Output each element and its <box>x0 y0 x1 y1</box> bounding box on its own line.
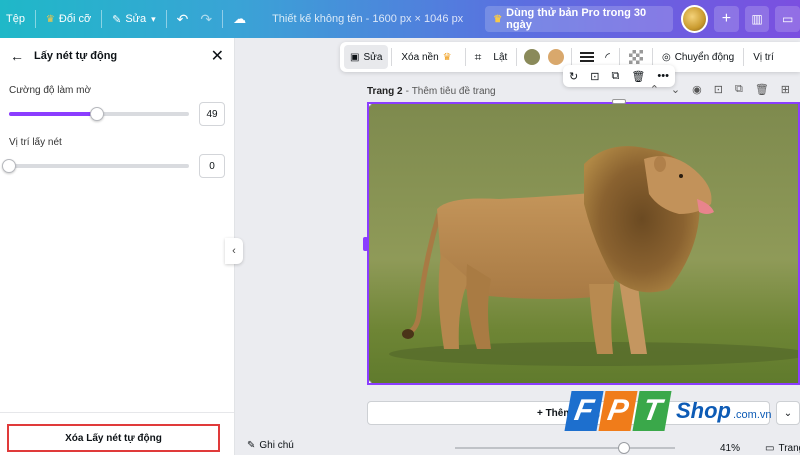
resize-handle[interactable] <box>369 380 372 383</box>
zoom-slider-thumb[interactable] <box>618 442 630 454</box>
focus-position-label: Vị trí lấy nét <box>9 137 62 148</box>
top-bar: Tệp ♛ Đổi cỡ ✎ Sửa ▾ ↶ ↷ ☁ Thiết kế không t… <box>0 0 800 38</box>
rotate-icon[interactable]: ↻ <box>569 70 578 83</box>
collapse-panel-button[interactable]: ‹ <box>225 238 243 264</box>
edit-image-button[interactable]: ▣ Sửa <box>344 45 389 69</box>
divider <box>222 10 224 28</box>
animate-icon: ◎ <box>661 51 671 63</box>
bottom-bar: ✎ Ghi chú <box>235 436 800 455</box>
divider <box>464 48 466 66</box>
canvas-image[interactable] <box>367 102 800 385</box>
avatar[interactable] <box>681 5 709 33</box>
zoom-slider[interactable] <box>455 447 675 449</box>
cloud-icon[interactable]: ☁ <box>227 0 252 38</box>
duplicate-icon[interactable]: ⧉ <box>735 83 743 96</box>
pro-trial-button[interactable]: ♛ Dùng thử bản Pro trong 30 ngày <box>485 6 674 32</box>
focus-position-value[interactable]: 0 <box>199 154 225 178</box>
clear-autofocus-button[interactable]: Xóa Lấy nét tự động <box>7 424 220 452</box>
chevron-down-icon[interactable]: ⌄ <box>671 83 680 96</box>
blur-intensity-label: Cường độ làm mờ <box>9 85 92 96</box>
remove-background-button[interactable]: Xóa nền ♛ <box>395 45 461 69</box>
comment-icon[interactable]: ▭ <box>775 6 800 32</box>
redo-button[interactable]: ↷ <box>194 0 218 38</box>
panel-header: ← Lấy nét tự động ✕ <box>0 38 234 74</box>
color-swatch-1[interactable] <box>524 49 541 65</box>
slider-thumb[interactable] <box>90 107 105 121</box>
top-resize-handle[interactable] <box>612 99 626 104</box>
more-icon[interactable]: ••• <box>657 70 669 82</box>
plus-icon[interactable]: + <box>714 6 739 32</box>
resize-button[interactable]: ♛ Đổi cỡ <box>40 0 97 38</box>
add-page-icon[interactable]: ⊞ <box>781 83 790 96</box>
divider <box>651 48 653 66</box>
divider <box>0 412 234 413</box>
page-header: Trang 2 - Thêm tiêu đề trang ⌃ ⌄ ◉ ⊡ ⧉ 🗑… <box>367 83 790 97</box>
page-actions: ⌃ ⌄ ◉ ⊡ ⧉ 🗑 ⊞ <box>650 83 790 96</box>
lock-icon[interactable]: ⊡ <box>714 83 723 96</box>
undo-button[interactable]: ↶ <box>171 0 195 38</box>
page-label: Trang 2 <box>367 85 403 97</box>
back-arrow-icon[interactable]: ← <box>10 48 24 64</box>
fpt-shop-watermark: F P T Shop .com.vn <box>564 388 772 434</box>
divider <box>101 10 103 28</box>
blur-intensity-value[interactable]: 49 <box>199 102 225 126</box>
blur-intensity-slider-row: 49 <box>0 102 234 126</box>
position-button[interactable]: Vị trí <box>747 45 780 69</box>
chart-icon[interactable]: ▥ <box>744 6 770 32</box>
file-menu[interactable]: Tệp <box>0 0 31 38</box>
pencil-icon: ✎ <box>112 13 122 26</box>
chevron-down-icon: ▾ <box>151 13 156 24</box>
panel-title: Lấy nét tự động <box>34 50 118 62</box>
focus-position-slider[interactable] <box>2 159 189 173</box>
crown-icon: ♛ <box>442 51 452 63</box>
transparency-icon[interactable] <box>628 50 643 64</box>
watermark-domain: .com.vn <box>733 409 772 421</box>
page-title-input[interactable]: Thêm tiêu đề trang <box>412 86 496 97</box>
trash-icon[interactable]: 🗑 <box>631 70 645 83</box>
watermark-letter-t: T <box>632 391 672 431</box>
watermark-letter-f: F <box>564 391 604 431</box>
slider-fill <box>9 112 98 116</box>
autofocus-panel: ← Lấy nét tự động ✕ Cường độ làm mờ 49 V… <box>0 38 235 455</box>
watermark-shop: Shop <box>676 398 731 423</box>
pages-icon: ▭ <box>765 443 775 454</box>
chevron-down-icon[interactable]: ⌄ <box>776 401 800 425</box>
lion-photo <box>369 104 798 383</box>
flip-button[interactable]: Lật <box>487 45 513 69</box>
lock-icon[interactable]: ⊡ <box>590 70 599 83</box>
blur-intensity-slider[interactable] <box>9 107 189 121</box>
zoom-level[interactable]: 41% <box>720 443 740 454</box>
divider <box>571 48 573 66</box>
chevron-left-icon: ‹ <box>232 245 236 257</box>
divider <box>391 48 393 66</box>
edit-menu[interactable]: ✎ Sửa ▾ <box>106 0 162 38</box>
divider <box>516 48 518 66</box>
focus-position-slider-row: 0 <box>0 154 234 178</box>
color-swatch-2[interactable] <box>548 49 565 65</box>
chevron-up-icon[interactable]: ⌃ <box>650 83 659 96</box>
divider <box>165 10 167 28</box>
duplicate-icon[interactable]: ⧉ <box>612 70 620 83</box>
slider-thumb[interactable] <box>2 159 16 173</box>
trash-icon[interactable]: 🗑 <box>755 83 769 96</box>
image-edit-icon: ▣ <box>350 51 360 63</box>
side-resize-handle[interactable] <box>363 237 368 251</box>
close-icon[interactable]: ✕ <box>211 46 224 66</box>
document-title[interactable]: Thiết kế không tên - 1600 px × 1046 px <box>266 0 469 38</box>
notes-icon: ✎ <box>247 440 256 451</box>
pages-button[interactable]: ▭Trang <box>765 443 800 454</box>
crown-icon: ♛ <box>493 13 503 25</box>
notes-button[interactable]: ✎ Ghi chú <box>247 440 294 451</box>
divider <box>618 48 620 66</box>
crown-icon: ♛ <box>45 13 55 25</box>
divider <box>743 48 745 66</box>
crop-icon: ⌗ <box>474 49 482 64</box>
border-style-icon[interactable] <box>580 52 595 62</box>
divider <box>34 10 36 28</box>
hide-icon[interactable]: ◉ <box>692 83 702 96</box>
watermark-letter-p: P <box>598 391 638 431</box>
crop-button[interactable]: ⌗ <box>469 45 488 69</box>
